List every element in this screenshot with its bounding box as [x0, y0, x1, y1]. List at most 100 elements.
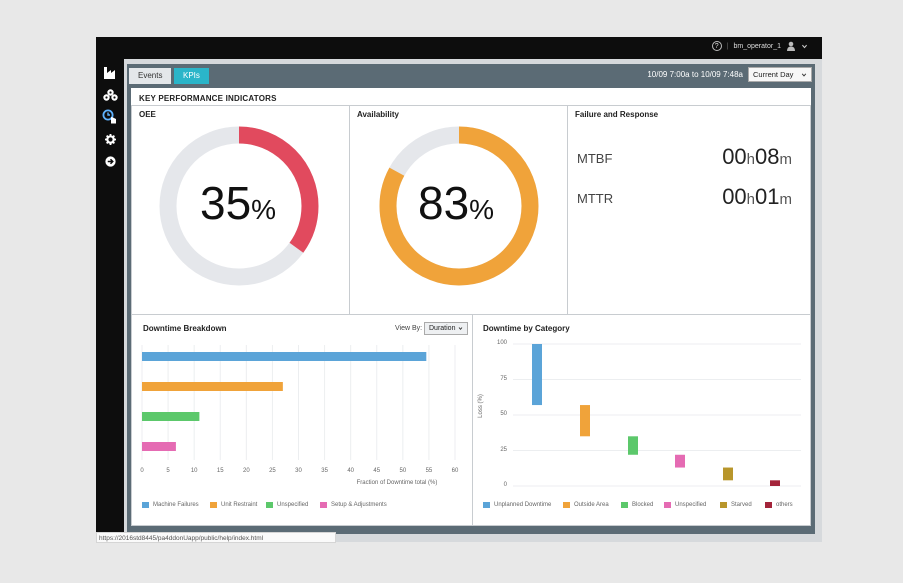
breakdown-legend-item: Setup & Adjustments — [320, 502, 387, 508]
mttr-minutes: 01 — [755, 184, 780, 209]
bar-unit-restraint — [142, 382, 283, 391]
bar-unspecified — [675, 454, 685, 468]
separator: | — [726, 42, 729, 50]
x-tick-label: 30 — [295, 468, 302, 474]
chevron-down-icon — [801, 72, 807, 77]
mtbf-hours: 00 — [722, 144, 747, 169]
category-legend-item: Starved — [720, 502, 752, 508]
availability-number: 83 — [418, 177, 470, 229]
legend-swatch — [483, 502, 490, 508]
legend-label: Machine Failures — [153, 502, 199, 508]
x-tick-label: 35 — [321, 468, 328, 474]
legend-swatch — [563, 502, 570, 508]
bar-outside-area — [580, 405, 590, 437]
settings-icon[interactable] — [102, 131, 118, 147]
legend-label: others — [776, 502, 793, 508]
legend-swatch — [210, 502, 217, 508]
x-tick-label: 55 — [425, 468, 433, 474]
failure-response-title: Failure and Response — [575, 110, 659, 119]
legend-label: Blocked — [632, 502, 654, 508]
category-legend-item: Unplanned Downtime — [483, 502, 551, 508]
availability-panel: Availability 83% — [349, 105, 568, 315]
app-window: ? | bm_operator_1 Events KPIs 10/09 7:00… — [96, 37, 822, 542]
breakdown-legend-item: Unspecified — [266, 502, 308, 508]
breakdown-legend-item: Unit Restraint — [210, 502, 257, 508]
y-tick-label: 0 — [503, 482, 507, 488]
factory-icon[interactable] — [102, 65, 118, 81]
y-tick-label: 75 — [500, 375, 507, 382]
mtbf-minutes: 08 — [755, 144, 780, 169]
oee-panel: OEE 35% — [131, 105, 350, 315]
legend-swatch — [765, 502, 772, 508]
y-tick-label: 50 — [500, 411, 507, 417]
user-menu[interactable]: ? | bm_operator_1 — [711, 41, 808, 51]
bar-unspecified — [142, 412, 200, 421]
main-area: Events KPIs 10/09 7:00a to 10/09 7:48a C… — [127, 64, 815, 534]
user-avatar-icon[interactable] — [786, 41, 796, 51]
legend-label: Unspecified — [675, 502, 707, 508]
section-title: KEY PERFORMANCE INDICATORS — [139, 94, 277, 103]
bar-others — [770, 480, 780, 486]
legend-swatch — [720, 502, 727, 508]
assets-icon[interactable] — [102, 87, 118, 103]
help-circle-icon[interactable]: ? — [711, 41, 722, 51]
minutes-unit: m — [779, 151, 793, 168]
legend-swatch — [621, 502, 628, 508]
category-legend-item: Unspecified — [664, 502, 706, 508]
hours-unit: h — [746, 191, 756, 208]
y-tick-label: 25 — [500, 446, 507, 453]
top-bar: ? | bm_operator_1 — [96, 37, 822, 59]
legend-label: Unplanned Downtime — [494, 502, 552, 508]
bar-machine-failures — [142, 352, 427, 361]
legend-label: Outside Area — [574, 502, 609, 508]
chevron-down-icon[interactable] — [801, 43, 808, 50]
status-bar-url: https://2016std8445/pa4ddonUapp/public/h… — [96, 532, 336, 543]
toolbar: Events KPIs 10/09 7:00a to 10/09 7:48a C… — [127, 64, 815, 86]
legend-swatch — [320, 502, 327, 508]
range-select-value: Current Day — [753, 70, 794, 79]
legend-label: Starved — [731, 502, 752, 508]
category-legend-item: Blocked — [621, 502, 653, 508]
x-axis-label: Fraction of Downtime total (%) — [356, 480, 438, 486]
logout-icon[interactable] — [102, 153, 118, 169]
downtime-category-panel: Downtime by Category 100 75 50 25 0 Loss (%)… — [472, 314, 811, 526]
minutes-unit: m — [779, 191, 793, 208]
range-select[interactable]: Current Day — [748, 67, 812, 82]
legend-swatch — [266, 502, 273, 508]
x-tick-label: 45 — [373, 468, 381, 474]
y-axis-label: Loss (%) — [477, 394, 484, 418]
mtbf-value: 00h08m — [722, 144, 792, 170]
bar-starved — [723, 467, 733, 481]
date-range: 10/09 7:00a to 10/09 7:48a — [647, 70, 743, 79]
oee-unit: % — [251, 194, 277, 225]
bar-blocked — [628, 436, 638, 455]
kpi-dashboard-icon[interactable] — [102, 109, 118, 125]
sidebar — [96, 59, 124, 542]
failure-response-panel: Failure and Response MTBF 00h08m MTTR 00… — [567, 105, 811, 315]
legend-swatch — [142, 502, 149, 508]
category-legend-item: Outside Area — [563, 502, 609, 508]
availability-value: 83% — [418, 176, 494, 230]
mttr-hours: 00 — [722, 184, 747, 209]
downtime-breakdown-panel: Downtime Breakdown View By: Duration 051… — [131, 314, 473, 526]
x-tick-label: 40 — [347, 468, 354, 474]
oee-number: 35 — [200, 177, 252, 229]
downtime-category-chart — [513, 343, 801, 487]
downtime-breakdown-chart — [141, 345, 456, 460]
mtbf-label: MTBF — [577, 151, 613, 166]
x-tick-label: 10 — [190, 468, 198, 474]
bar-unplanned-downtime — [532, 344, 542, 406]
legend-label: Unit Restraint — [221, 502, 258, 508]
mttr-value: 00h01m — [722, 184, 792, 210]
bar-setup-adjustments — [142, 442, 176, 451]
x-tick-label: 60 — [451, 468, 459, 474]
x-tick-label: 20 — [242, 468, 250, 474]
legend-label: Setup & Adjustments — [331, 502, 387, 508]
tab-events[interactable]: Events — [129, 68, 172, 84]
x-tick-label: 50 — [399, 468, 407, 474]
oee-value: 35% — [200, 176, 276, 230]
x-tick-label: 25 — [269, 468, 276, 474]
y-tick-label: 100 — [496, 340, 507, 346]
tab-kpis[interactable]: KPIs — [174, 68, 209, 84]
legend-swatch — [664, 502, 671, 508]
